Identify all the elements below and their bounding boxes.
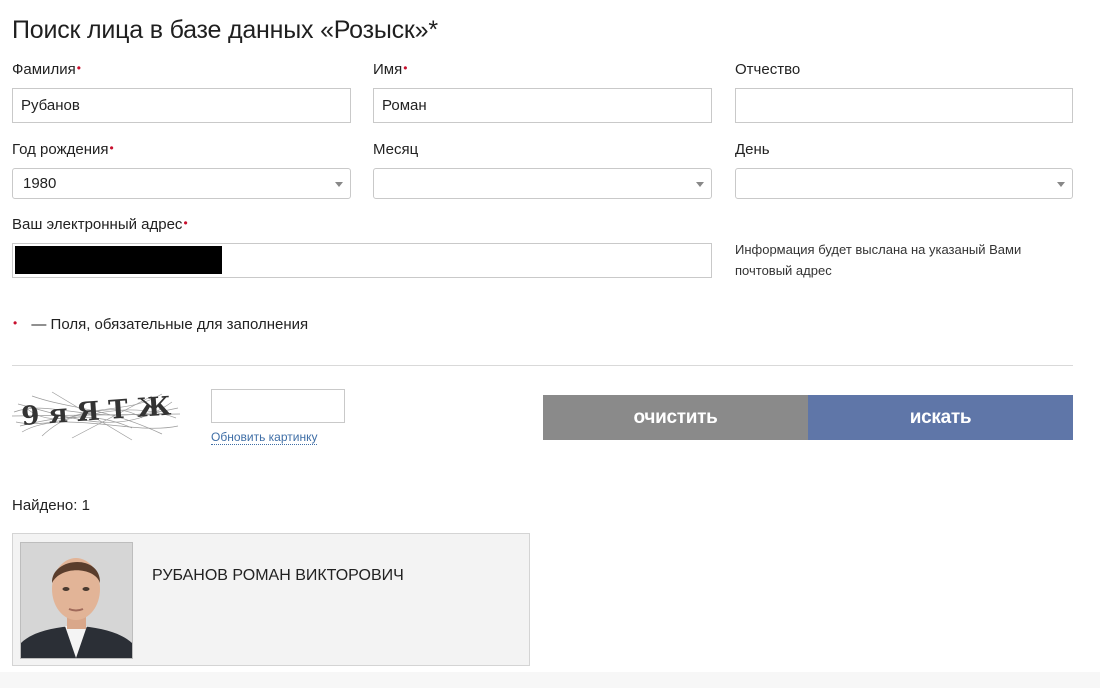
chevron-down-icon: [335, 182, 343, 187]
captcha-image: 9 я Я Т Ж: [11, 388, 181, 444]
surname-input[interactable]: [12, 88, 351, 123]
patronymic-label: Отчество: [735, 61, 801, 78]
chevron-down-icon: [1057, 182, 1065, 187]
chevron-down-icon: [696, 182, 704, 187]
portrait-photo: [20, 542, 133, 659]
email-hint: Информация будет выслана на указаный Вам…: [735, 242, 1022, 278]
required-mark: •: [109, 141, 114, 155]
name-label-text: Имя: [373, 61, 403, 78]
month-select[interactable]: [373, 168, 712, 199]
name-label: Имя•: [373, 61, 407, 78]
bottom-band: [0, 672, 1100, 688]
month-label: Месяц: [373, 141, 419, 158]
clear-button[interactable]: очистить: [543, 395, 808, 440]
result-name[interactable]: РУБАНОВ РОМАН ВИКТОРОВИЧ: [152, 567, 404, 585]
day-label: День: [735, 141, 770, 158]
patronymic-input[interactable]: [735, 88, 1073, 123]
refresh-captcha-link[interactable]: Обновить картинку: [211, 430, 318, 445]
email-label-text: Ваш электронный адрес: [12, 216, 183, 233]
required-mark: •: [76, 61, 81, 75]
redaction-bar: [15, 246, 222, 274]
required-mark: •: [403, 61, 408, 75]
search-button[interactable]: искать: [808, 395, 1073, 440]
birth-year-label: Год рождения•: [12, 141, 114, 158]
required-note-text: — Поля, обязательные для заполнения: [31, 316, 309, 333]
birth-year-select[interactable]: 1980: [12, 168, 351, 199]
surname-label-text: Фамилия: [12, 61, 76, 78]
page-title: Поиск лица в базе данных «Розыск»*: [12, 16, 438, 44]
captcha-input[interactable]: [211, 389, 345, 423]
name-input[interactable]: [373, 88, 712, 123]
email-label: Ваш электронный адрес•: [12, 216, 188, 233]
required-mark: •: [13, 316, 18, 330]
birth-year-label-text: Год рождения: [12, 141, 109, 158]
surname-label: Фамилия•: [12, 61, 81, 78]
found-count: Найдено: 1: [12, 497, 90, 514]
birth-year-value: 1980: [23, 175, 57, 192]
divider: [12, 365, 1073, 366]
day-select[interactable]: [735, 168, 1073, 199]
required-note: • — Поля, обязательные для заполнения: [12, 316, 308, 333]
required-mark: •: [183, 216, 188, 230]
